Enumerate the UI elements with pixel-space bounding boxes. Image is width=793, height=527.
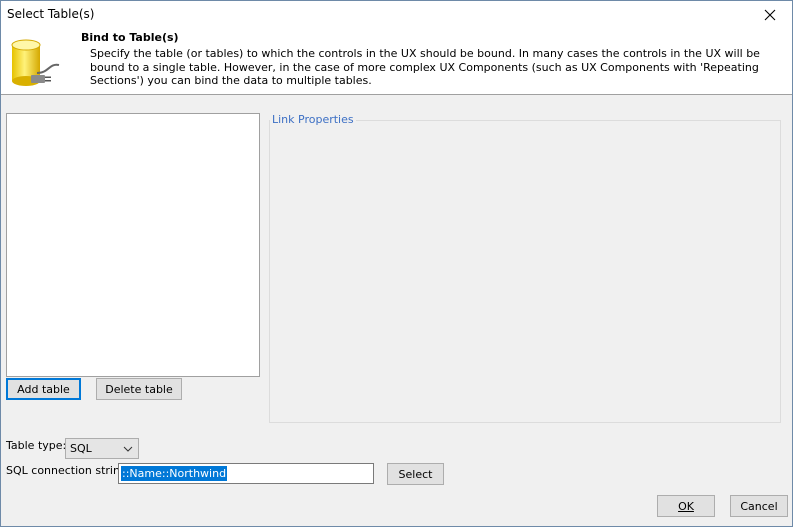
window-title: Select Table(s) <box>7 7 95 21</box>
select-connection-button[interactable]: Select <box>387 463 444 485</box>
connection-string-value: ::Name::Northwind <box>121 466 228 481</box>
header-title: Bind to Table(s) <box>81 31 179 44</box>
ok-button-label: OK <box>678 499 694 513</box>
dialog-header: Bind to Table(s) Specify the table (or t… <box>1 28 792 95</box>
cancel-button[interactable]: Cancel <box>730 495 788 517</box>
table-type-label: Table type: <box>6 439 67 452</box>
database-plug-icon <box>11 39 60 86</box>
table-type-select[interactable]: SQL <box>65 438 139 459</box>
link-properties-label: Link Properties <box>270 113 356 126</box>
title-bar: Select Table(s) <box>1 1 792 28</box>
connection-string-label: SQL connection string: <box>6 464 131 477</box>
link-properties-group <box>269 120 781 423</box>
tables-list[interactable] <box>6 113 260 377</box>
delete-table-button[interactable]: Delete table <box>96 378 182 400</box>
connection-string-input[interactable]: ::Name::Northwind <box>118 463 374 484</box>
table-type-value: SQL <box>70 442 92 455</box>
add-table-button[interactable]: Add table <box>6 378 81 400</box>
close-button[interactable] <box>748 1 792 28</box>
header-description: Specify the table (or tables) to which t… <box>90 47 760 87</box>
chevron-down-icon <box>123 446 133 452</box>
ok-button[interactable]: OK <box>657 495 715 517</box>
close-icon <box>764 9 776 20</box>
select-tables-dialog: Select Table(s) Bind to Table(s) Specify… <box>0 0 793 527</box>
